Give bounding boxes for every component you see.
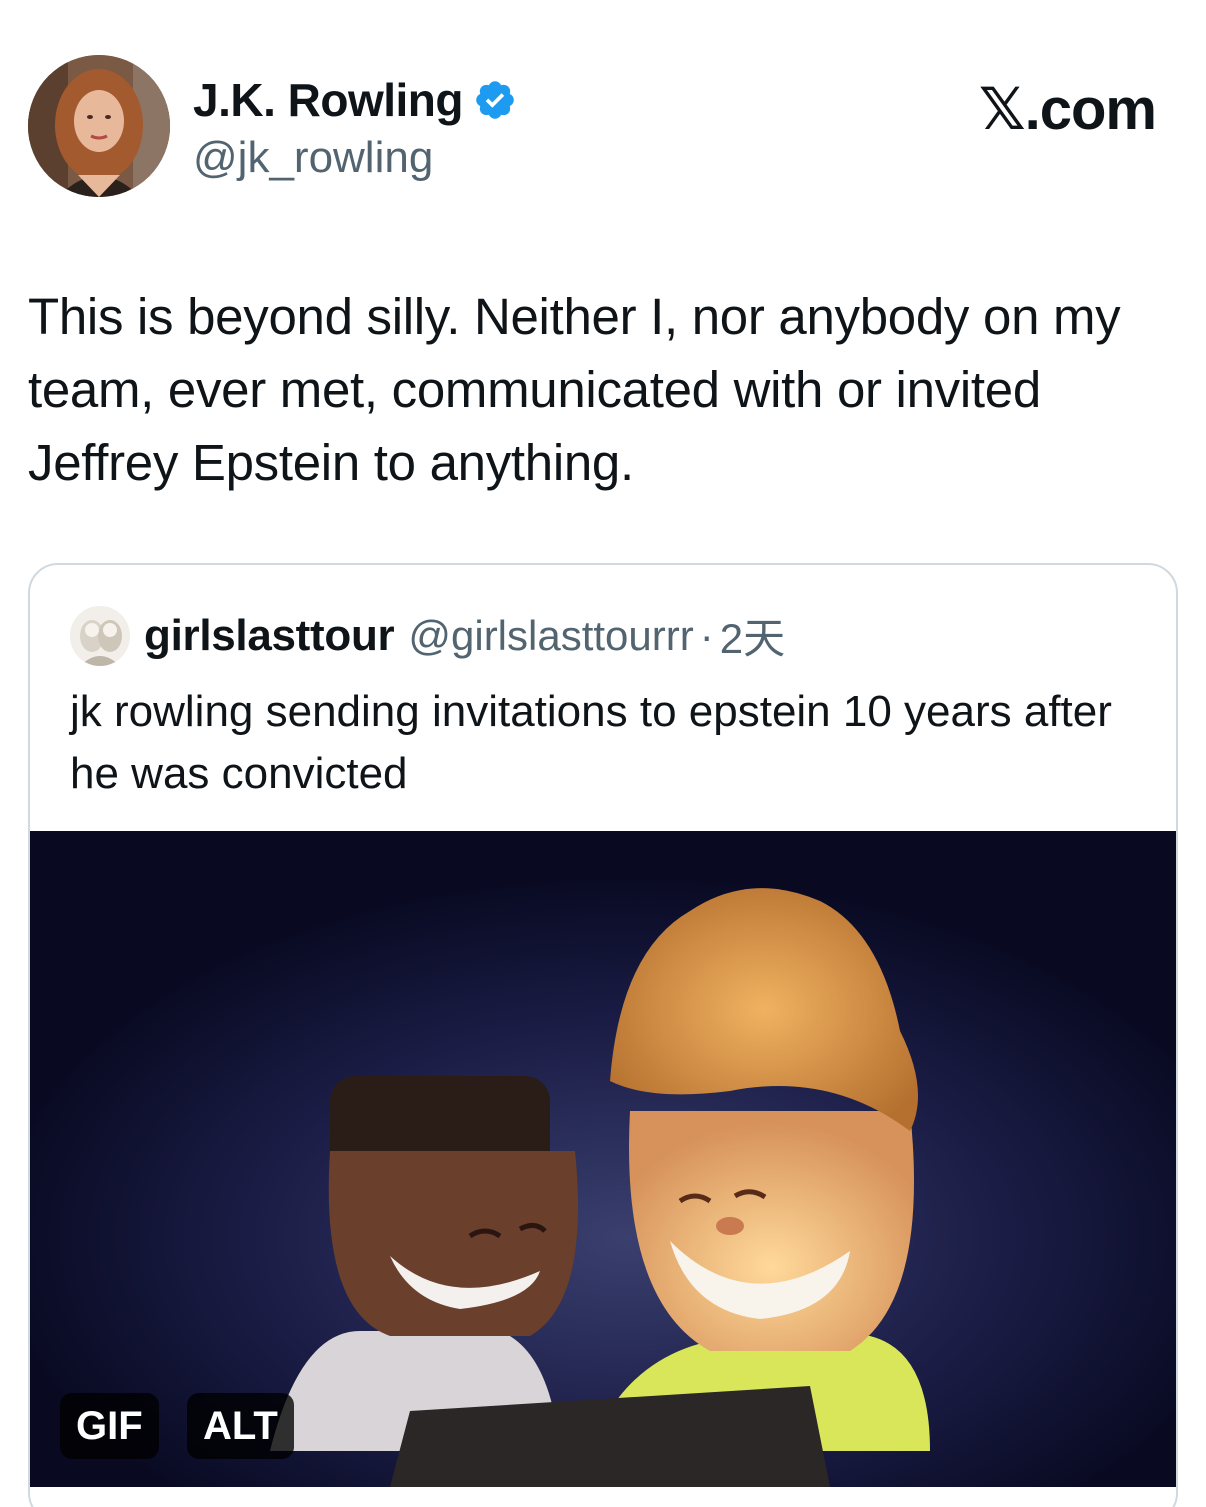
author-name-row: J.K. Rowling — [193, 73, 517, 127]
quoted-tweet-card[interactable]: girlslasttour @girlslasttourrr · 2天 jk r… — [28, 563, 1178, 1507]
author-handle[interactable]: @jk_rowling — [193, 133, 433, 183]
quoted-author-handle[interactable]: @girlslasttourrr — [408, 612, 693, 660]
author-avatar[interactable] — [28, 55, 170, 197]
tweet-header: J.K. Rowling @jk_rowling 𝕏.com — [28, 55, 1178, 200]
site-logo: 𝕏.com — [978, 77, 1157, 142]
gif-badge[interactable]: GIF — [60, 1393, 159, 1459]
meta-separator: · — [699, 611, 714, 659]
quoted-author-name[interactable]: girlslasttour — [144, 611, 395, 661]
quoted-tweet-header: girlslasttour @girlslasttourrr · 2天 — [70, 605, 785, 666]
alt-badge[interactable]: ALT — [187, 1393, 294, 1459]
quoted-media-gif[interactable]: GIF ALT — [30, 831, 1176, 1487]
verified-badge-icon — [473, 78, 517, 122]
tweet-text: This is beyond silly. Neither I, nor any… — [28, 288, 1121, 491]
quoted-author-avatar[interactable] — [70, 605, 130, 666]
quoted-timestamp[interactable]: 2天 — [720, 605, 785, 666]
cartoon-gif-icon — [30, 831, 1176, 1487]
quoted-tweet-text: jk rowling sending invitations to epstei… — [70, 687, 1112, 798]
author-name[interactable]: J.K. Rowling — [193, 73, 464, 127]
